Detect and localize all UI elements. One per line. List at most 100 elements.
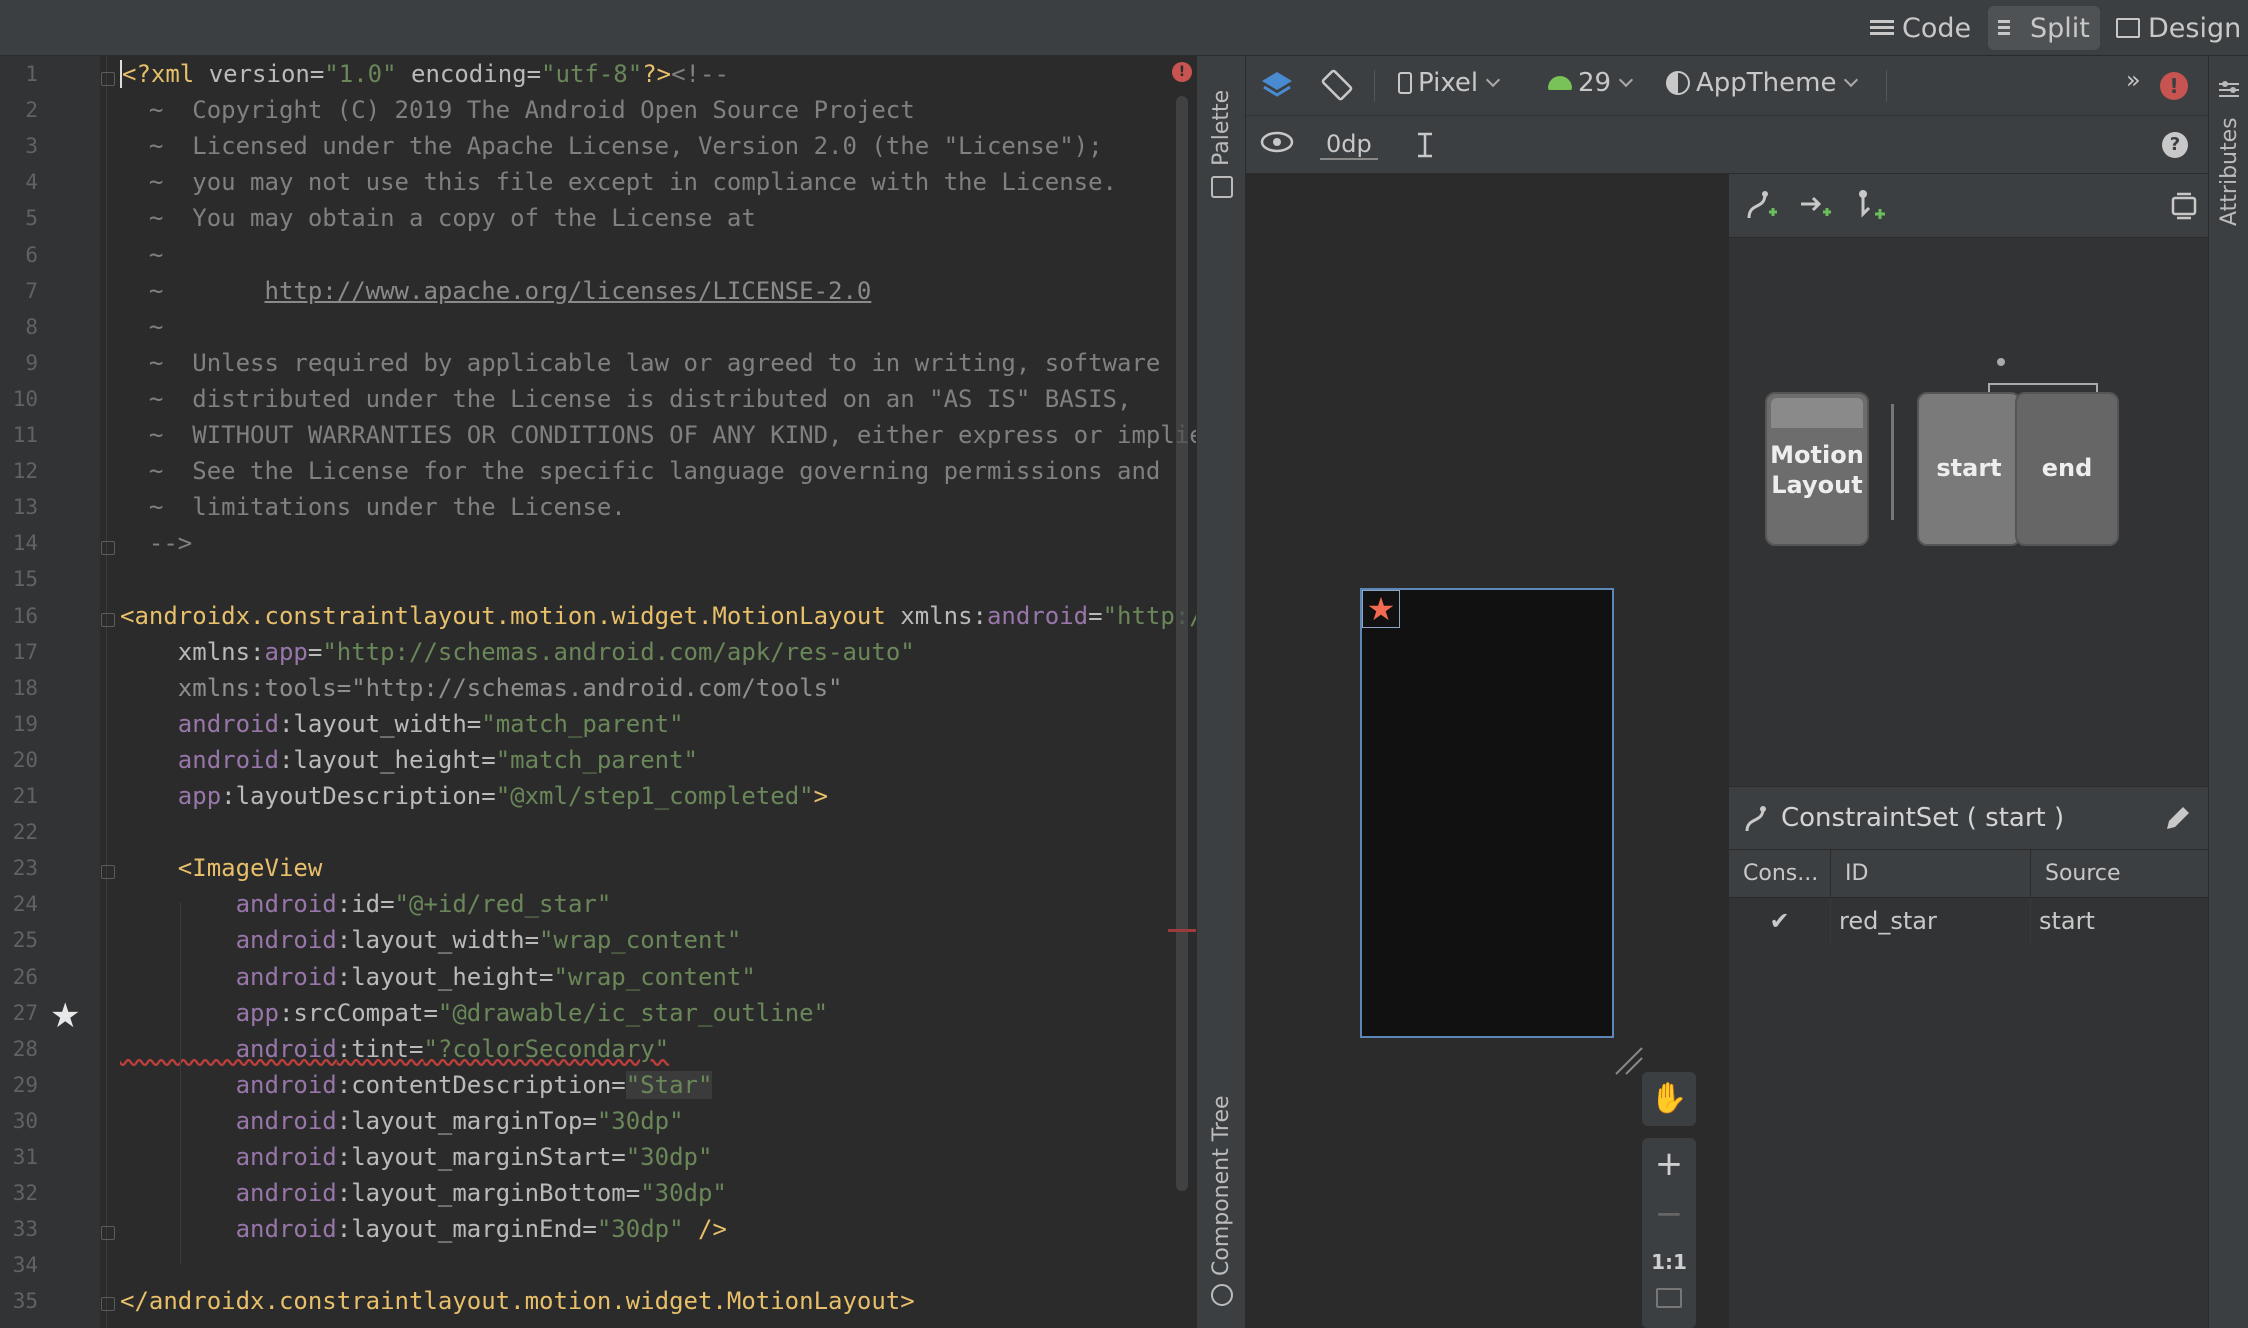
create-constraintset-icon[interactable] (1743, 188, 1779, 226)
xml-code-editor[interactable]: 1 2 3 4 5 6 7 8 9 10 11 12 13 14 15 16 17 18 19 20 21 22 23 24 2… (0, 56, 1233, 1328)
code-line[interactable]: ~ http://www.apache.org/licenses/LICENSE… (120, 273, 871, 309)
error-stripe-marker[interactable] (1168, 929, 1196, 932)
code-mode-button[interactable]: Code (1860, 6, 1981, 50)
left-tool-strip: Palette Component Tree (1196, 56, 1246, 1328)
orientation-icon[interactable] (1320, 68, 1354, 102)
code-line[interactable]: ~ distributed under the License is distr… (120, 381, 1132, 417)
api-level-selector[interactable]: 29 (1548, 68, 1634, 98)
code-line[interactable]: xmlns:tools="http://schemas.android.com/… (120, 670, 843, 706)
code-line[interactable]: </androidx.constraintlayout.motion.widge… (120, 1283, 915, 1319)
code-token: xmlns:tools="http://schemas.android.com/… (120, 673, 843, 702)
code-token: :layout_marginTop= (336, 1106, 597, 1135)
line-number: 19 (12, 711, 38, 736)
edit-pencil-icon[interactable] (2161, 803, 2193, 839)
fold-marker[interactable] (101, 541, 115, 555)
column-constraint[interactable]: Cons... (1729, 850, 1831, 898)
attributes-tab[interactable]: Attributes (2217, 117, 2242, 226)
code-line[interactable]: <androidx.constraintlayout.motion.widget… (120, 598, 1233, 634)
editor-scrollbar[interactable] (1176, 96, 1188, 1191)
fold-marker[interactable] (101, 72, 115, 86)
code-token: android (986, 601, 1089, 630)
code-line[interactable]: app:srcCompat="@drawable/ic_star_outline… (120, 995, 828, 1031)
line-number: 18 (12, 675, 38, 700)
code-line[interactable]: ~ See the License for the specific langu… (120, 453, 1160, 489)
zoom-reset-button[interactable]: 1:1 (1642, 1250, 1696, 1274)
theme-selector[interactable]: AppTheme (1666, 68, 1859, 98)
code-line[interactable]: android:tint="?colorSecondary" (120, 1031, 670, 1067)
line-number: 28 (12, 1036, 38, 1061)
code-line[interactable]: android:layout_marginTop="30dp" (120, 1103, 684, 1139)
code-token: android (120, 1143, 337, 1171)
code-token: :layout_marginBottom= (336, 1179, 641, 1208)
fold-marker[interactable] (101, 1297, 115, 1311)
end-constraintset-node[interactable]: end (2015, 392, 2119, 546)
code-line[interactable]: app:layoutDescription="@xml/step1_comple… (120, 778, 828, 814)
code-line[interactable]: ~ limitations under the License. (120, 489, 626, 525)
device-selector[interactable]: Pixel (1398, 68, 1501, 98)
error-indicator-icon[interactable]: ! (1172, 62, 1192, 82)
code-line[interactable]: ~ (120, 309, 163, 345)
code-line[interactable]: <?xml version="1.0" encoding="utf-8"?><!… (120, 56, 729, 92)
code-line[interactable]: ~ Copyright (C) 2019 The Android Open So… (120, 92, 915, 128)
code-token: "wrap_content" (553, 962, 756, 991)
line-number: 6 (25, 242, 38, 267)
code-token: :tint= (336, 1034, 424, 1063)
code-line[interactable]: ~ You may obtain a copy of the License a… (120, 200, 756, 236)
resize-handle[interactable] (1612, 1044, 1644, 1076)
code-line[interactable]: android:layout_width="match_parent" (120, 706, 684, 742)
code-line[interactable]: android:layout_marginStart="30dp" (120, 1139, 713, 1175)
code-line[interactable]: <ImageView (120, 850, 323, 886)
eye-icon[interactable] (1260, 130, 1294, 154)
code-line[interactable]: android:layout_marginBottom="30dp" (120, 1175, 727, 1211)
guidelines-icon[interactable] (1410, 130, 1440, 160)
code-line[interactable]: ~ Licensed under the Apache License, Ver… (120, 128, 1103, 164)
fold-marker[interactable] (101, 1226, 115, 1240)
code-line[interactable]: ~ WITHOUT WARRANTIES OR CONDITIONS OF AN… (120, 417, 1218, 453)
layers-icon[interactable] (1260, 70, 1294, 100)
cycle-layout-icon[interactable] (2169, 190, 2199, 226)
component-tree-tab[interactable]: Component Tree (1209, 1095, 1234, 1276)
device-preview[interactable]: ★ (1360, 588, 1614, 1038)
code-line[interactable]: android:contentDescription="Star" (120, 1067, 713, 1103)
table-row[interactable]: ✔ red_star start (1729, 898, 2209, 944)
pan-hand-icon[interactable]: ✋ (1642, 1072, 1696, 1126)
palette-tab[interactable]: Palette (1209, 90, 1234, 166)
line-number: 35 (12, 1289, 38, 1314)
zoom-out-icon[interactable]: − (1642, 1194, 1696, 1234)
split-mode-button[interactable]: Split (1988, 6, 2100, 50)
code-line[interactable]: ~ Unless required by applicable law or a… (120, 345, 1160, 381)
code-line[interactable]: --> (120, 525, 192, 561)
overflow-chevron-icon[interactable]: » (2126, 66, 2141, 94)
api-level-label: 29 (1578, 68, 1612, 98)
zoom-in-icon[interactable]: + (1642, 1144, 1696, 1184)
layout-canvas[interactable]: ★ ✋ + − 1:1 (1246, 174, 1728, 1328)
issues-error-icon[interactable]: ! (2160, 72, 2188, 100)
code-token: "30dp" (596, 1106, 684, 1135)
default-margin-selector[interactable]: 0dp (1320, 130, 1378, 160)
design-toolbar-secondary: 0dp ? (1246, 116, 2208, 174)
code-line[interactable]: android:layout_height="wrap_content" (120, 959, 756, 995)
code-line[interactable]: ~ you may not use this file except in co… (120, 164, 1117, 200)
red-star-image[interactable]: ★ (1362, 590, 1400, 628)
code-line[interactable]: android:layout_width="wrap_content" (120, 922, 742, 958)
zoom-fit-icon[interactable] (1642, 1288, 1696, 1312)
code-line[interactable]: android:id="@+id/red_star" (120, 886, 612, 922)
line-number: 15 (12, 567, 38, 592)
code-line[interactable]: android:layout_marginEnd="30dp" /> (120, 1211, 727, 1247)
code-token: android (120, 1215, 337, 1244)
column-source[interactable]: Source (2031, 850, 2209, 898)
line-number: 8 (25, 314, 38, 339)
code-line[interactable]: xmlns:app="http://schemas.android.com/ap… (120, 634, 915, 670)
fold-marker[interactable] (101, 865, 115, 879)
code-line[interactable]: ~ (120, 237, 163, 273)
motion-layout-node[interactable]: Motion Layout (1765, 392, 1869, 546)
start-constraintset-node[interactable]: start (1917, 392, 2021, 546)
column-id[interactable]: ID (1831, 850, 2031, 898)
help-icon[interactable]: ? (2162, 132, 2188, 158)
code-line[interactable]: android:layout_height="match_parent" (120, 742, 698, 778)
create-transition-icon[interactable] (1799, 190, 1833, 224)
fold-marker[interactable] (101, 613, 115, 627)
code-token: ~ (120, 312, 164, 341)
design-mode-button[interactable]: Design (2106, 6, 2248, 50)
create-click-handler-icon[interactable] (1853, 188, 1887, 226)
